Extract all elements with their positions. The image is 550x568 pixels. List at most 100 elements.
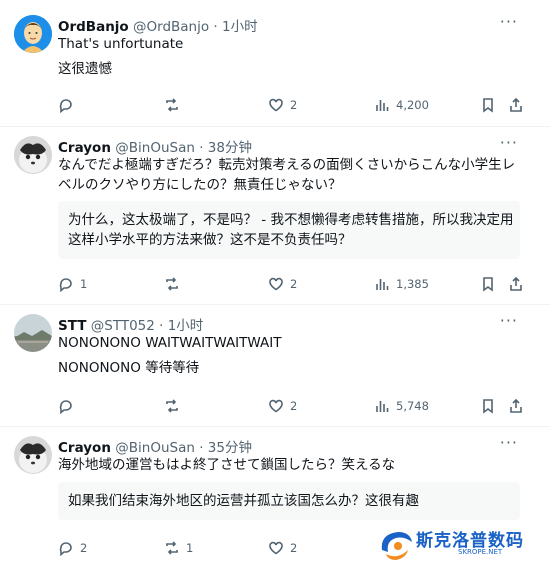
post-header: Crayon @BinOuSan · 35分钟 xyxy=(58,436,252,456)
translation-line: 这样小学水平的方法来做？这不是不负责任吗？ xyxy=(68,232,352,248)
timestamp[interactable]: · 38分钟 xyxy=(199,140,252,156)
display-name[interactable]: STT xyxy=(58,318,86,334)
display-name[interactable]: Crayon xyxy=(58,140,111,156)
bookmark-icon xyxy=(483,98,493,113)
repost-count: 1 xyxy=(186,541,194,555)
avatar[interactable] xyxy=(14,314,52,352)
timestamp[interactable]: · 1小时 xyxy=(159,318,203,334)
post-text-line: なんでだよ極端すぎだろ？転売対策考えるの面倒くさいからこんな小学生レ xyxy=(58,157,516,173)
views-icon xyxy=(376,401,389,412)
like-button[interactable]: 2 xyxy=(268,538,297,558)
cat-avatar-icon xyxy=(14,136,52,174)
reply-button[interactable]: 1 xyxy=(58,274,87,294)
reply-button[interactable] xyxy=(58,95,74,115)
handle[interactable]: @STT052 xyxy=(91,318,155,334)
avatar[interactable] xyxy=(14,436,52,474)
views-button[interactable]: 4,200 xyxy=(374,95,429,115)
more-options-icon[interactable]: ··· xyxy=(500,433,518,452)
bookmark-button[interactable] xyxy=(480,274,496,294)
repost-icon xyxy=(166,399,178,413)
post-3[interactable]: STT @STT052 · 1小时 ··· NONONONO WAITWAITW… xyxy=(0,304,550,427)
views-button[interactable]: 5,748 xyxy=(374,396,429,416)
cat-avatar-icon xyxy=(14,436,52,474)
repost-icon xyxy=(166,541,178,555)
repost-icon xyxy=(166,277,178,291)
post-1[interactable]: OrdBanjo @OrdBanjo · 1小时 ··· That's unfo… xyxy=(0,0,550,127)
heart-icon xyxy=(269,541,283,555)
like-count: 2 xyxy=(290,277,298,291)
action-bar: 1 2 1,385 xyxy=(58,274,528,294)
heart-icon xyxy=(269,399,283,413)
avatar-face-icon xyxy=(14,15,52,53)
share-button[interactable] xyxy=(508,396,524,416)
timestamp[interactable]: · 1小时 xyxy=(213,19,257,35)
post-text-line: NONONONO WAITWAITWAITWAIT xyxy=(58,335,282,351)
share-icon xyxy=(510,97,522,112)
post-header: STT @STT052 · 1小时 xyxy=(58,314,203,334)
reply-count: 1 xyxy=(80,277,88,291)
share-icon xyxy=(510,276,522,291)
reply-count: 2 xyxy=(80,541,88,555)
post-text-line: That's unfortunate xyxy=(58,36,184,52)
more-options-icon[interactable]: ··· xyxy=(500,311,518,330)
like-button[interactable]: 2 xyxy=(268,396,297,416)
views-count: 4,200 xyxy=(396,98,429,112)
handle[interactable]: @OrdBanjo xyxy=(133,19,209,35)
watermark-swirl-icon xyxy=(381,532,412,560)
action-bar: 2 5,748 xyxy=(58,396,528,416)
reply-icon xyxy=(59,542,72,556)
views-icon xyxy=(376,279,389,290)
bookmark-icon xyxy=(483,399,493,414)
repost-button[interactable]: 1 xyxy=(164,538,193,558)
display-name[interactable]: Crayon xyxy=(58,440,111,456)
repost-button[interactable] xyxy=(164,95,180,115)
repost-icon xyxy=(166,98,178,112)
post-text-line: 这很遗憾 xyxy=(58,61,112,77)
landscape-avatar-icon xyxy=(14,314,52,352)
display-name[interactable]: OrdBanjo xyxy=(58,19,129,35)
bookmark-button[interactable] xyxy=(480,396,496,416)
handle[interactable]: @BinOuSan xyxy=(115,440,195,456)
translation-line: 为什么，这太极端了，不是吗？ - 我不想懒得考虑转售措施，所以我决定用 xyxy=(68,212,514,228)
share-button[interactable] xyxy=(508,95,524,115)
like-count: 2 xyxy=(290,399,298,413)
timestamp[interactable]: · 35分钟 xyxy=(199,440,252,456)
translation-line: 如果我们结束海外地区的运营并孤立该国怎么办？这很有趣 xyxy=(68,493,419,509)
reply-icon xyxy=(59,99,72,113)
share-button[interactable] xyxy=(508,274,524,294)
watermark-logo: 斯克洛普数码 SKROPE.NET xyxy=(376,522,546,566)
views-count: 1,385 xyxy=(396,277,429,291)
post-text-line: 海外地域の運営もはよ終了させて鎖国したら？笑えるな xyxy=(58,457,396,473)
like-button[interactable]: 2 xyxy=(268,95,297,115)
like-count: 2 xyxy=(290,98,298,112)
avatar[interactable] xyxy=(14,136,52,174)
post-header: OrdBanjo @OrdBanjo · 1小时 xyxy=(58,15,258,35)
reply-icon xyxy=(59,400,72,414)
post-text-line: NONONONO 等待等待 xyxy=(58,360,200,376)
reply-button[interactable]: 2 xyxy=(58,538,87,558)
share-icon xyxy=(510,398,522,413)
reply-icon xyxy=(59,278,72,292)
more-options-icon[interactable]: ··· xyxy=(500,133,518,152)
handle[interactable]: @BinOuSan xyxy=(115,140,195,156)
views-count: 5,748 xyxy=(396,399,429,413)
action-bar: 2 4,200 xyxy=(58,95,528,115)
repost-button[interactable] xyxy=(164,396,180,416)
like-button[interactable]: 2 xyxy=(268,274,297,294)
heart-icon xyxy=(269,277,283,291)
like-count: 2 xyxy=(290,541,298,555)
avatar[interactable] xyxy=(14,15,52,53)
post-header: Crayon @BinOuSan · 38分钟 xyxy=(58,136,252,156)
translation-box: 为什么，这太极端了，不是吗？ - 我不想懒得考虑转售措施，所以我决定用 这样小学… xyxy=(58,201,520,259)
bookmark-button[interactable] xyxy=(480,95,496,115)
more-options-icon[interactable]: ··· xyxy=(500,12,518,31)
translation-box: 如果我们结束海外地区的运营并孤立该国怎么办？这很有趣 xyxy=(58,482,520,520)
heart-icon xyxy=(269,98,283,112)
post-text-line: ベルのクソやり方にしたの？無責任じゃない？ xyxy=(58,177,342,193)
watermark-subtitle: SKROPE.NET xyxy=(458,548,503,556)
post-2[interactable]: Crayon @BinOuSan · 38分钟 ··· なんでだよ極端すぎだろ？… xyxy=(0,126,550,305)
views-button[interactable]: 1,385 xyxy=(374,274,429,294)
repost-button[interactable] xyxy=(164,274,180,294)
views-icon xyxy=(376,100,389,111)
reply-button[interactable] xyxy=(58,396,74,416)
